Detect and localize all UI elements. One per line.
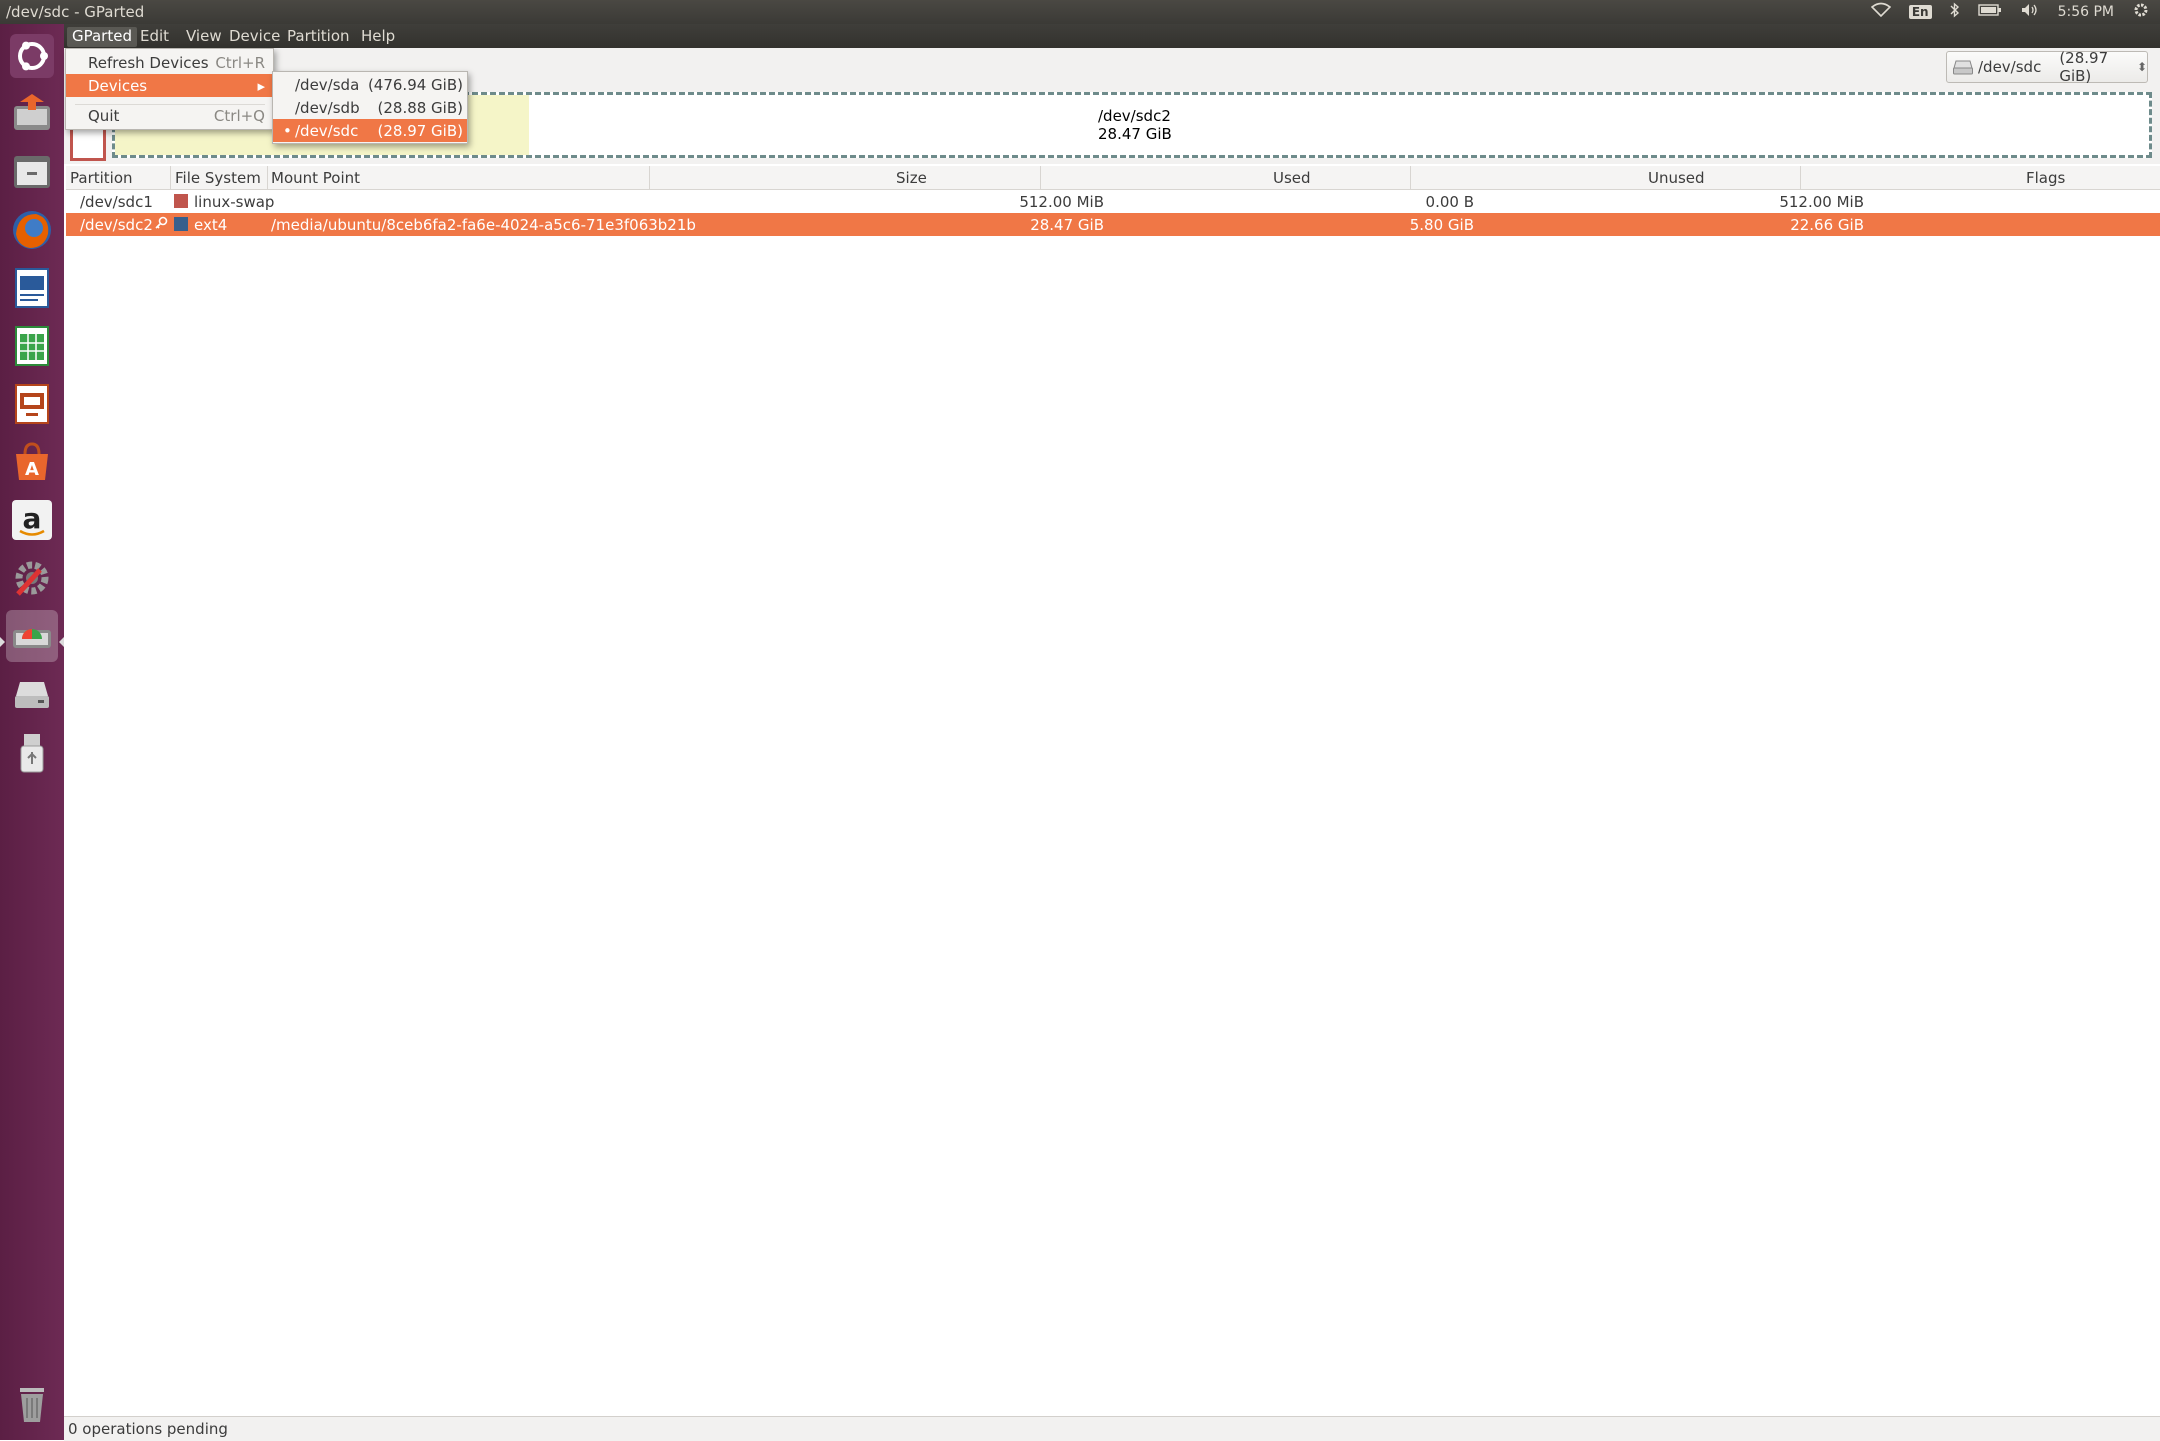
statusbar xyxy=(64,1416,2160,1441)
menu-help[interactable]: Help xyxy=(356,27,400,47)
disk-icon[interactable] xyxy=(6,668,58,720)
indicator-area: En 5:56 PM xyxy=(1870,1,2150,23)
column-separator[interactable] xyxy=(267,166,268,189)
menu-item-label: Quit xyxy=(88,107,120,125)
col-header-flags[interactable]: Flags xyxy=(2026,169,2065,187)
col-header-filesystem[interactable]: File System xyxy=(175,169,261,187)
table-header: Partition File System Mount Point Size U… xyxy=(66,166,2160,190)
top-panel xyxy=(0,0,2160,24)
menu-item-refresh-devices[interactable]: Refresh Devices Ctrl+R xyxy=(66,51,273,74)
bluetooth-icon[interactable] xyxy=(1950,2,1960,22)
col-header-unused[interactable]: Unused xyxy=(1648,169,1705,187)
menu-gparted[interactable]: GParted xyxy=(67,27,137,47)
device-item-sda[interactable]: /dev/sda (476.94 GiB) xyxy=(273,73,467,96)
col-header-used[interactable]: Used xyxy=(1273,169,1311,187)
cell-filesystem: linux-swap xyxy=(194,193,275,211)
ubuntu-dash-icon[interactable] xyxy=(6,30,58,82)
status-text: 0 operations pending xyxy=(68,1420,228,1438)
firefox-icon[interactable] xyxy=(6,204,58,256)
cell-unused: 512.00 MiB xyxy=(1779,193,1864,211)
device-item-size: (28.88 GiB) xyxy=(377,99,464,117)
col-header-size[interactable]: Size xyxy=(896,169,927,187)
combo-arrow-icon: ⬍ xyxy=(2136,60,2147,74)
devices-submenu: /dev/sda (476.94 GiB) /dev/sdb (28.88 Gi… xyxy=(272,71,468,144)
cell-size: 512.00 MiB xyxy=(1019,193,1104,211)
col-header-mountpoint[interactable]: Mount Point xyxy=(271,169,360,187)
column-separator[interactable] xyxy=(649,166,650,189)
svg-text:A: A xyxy=(25,459,39,480)
device-item-name: /dev/sdc xyxy=(295,122,359,140)
submenu-arrow-icon: ▸ xyxy=(257,77,265,95)
files-installer-icon[interactable] xyxy=(6,88,58,140)
device-item-size: (476.94 GiB) xyxy=(367,76,463,94)
writer-icon[interactable] xyxy=(6,262,58,314)
partition-graphic-size: 28.47 GiB xyxy=(1098,125,1172,143)
harddisk-icon xyxy=(1952,58,1974,76)
cell-used: 5.80 GiB xyxy=(1409,216,1474,234)
cell-partition: /dev/sdc2 xyxy=(80,216,153,234)
menu-separator xyxy=(75,104,265,105)
wifi-icon[interactable] xyxy=(1870,2,1892,22)
radio-selected-icon: • xyxy=(283,122,292,140)
menu-item-accel: Ctrl+R xyxy=(215,54,265,72)
column-separator[interactable] xyxy=(170,166,171,189)
cell-partition: /dev/sdc1 xyxy=(80,193,153,211)
usb-drive-icon[interactable] xyxy=(6,726,58,778)
column-separator[interactable] xyxy=(1040,166,1041,189)
device-selector-size: (28.97 GiB) xyxy=(2059,49,2109,85)
cell-unused: 22.66 GiB xyxy=(1790,216,1864,234)
menu-item-devices[interactable]: Devices ▸ xyxy=(66,74,273,97)
cell-filesystem: ext4 xyxy=(194,216,228,234)
calc-icon[interactable] xyxy=(6,320,58,372)
window-title: /dev/sdc - GParted xyxy=(6,3,145,21)
active-app-indicator xyxy=(59,637,64,647)
fs-color-swatch xyxy=(174,194,188,208)
cell-size: 28.47 GiB xyxy=(1030,216,1104,234)
gparted-menu: Refresh Devices Ctrl+R Devices ▸ Quit Ct… xyxy=(65,48,274,130)
menu-item-quit[interactable]: Quit Ctrl+Q xyxy=(66,104,273,127)
menu-device[interactable]: Device xyxy=(224,27,285,47)
menu-item-accel: Ctrl+Q xyxy=(213,107,265,125)
device-selector[interactable]: /dev/sdc (28.97 GiB) ⬍ xyxy=(1946,49,2148,85)
col-header-partition[interactable]: Partition xyxy=(70,169,133,187)
gparted-icon[interactable] xyxy=(6,610,58,662)
partition-graphic-name: /dev/sdc2 xyxy=(1098,107,1171,125)
battery-icon[interactable] xyxy=(1977,3,2002,21)
keyboard-layout-indicator[interactable]: En xyxy=(1908,5,1932,19)
device-item-name: /dev/sdb xyxy=(295,99,360,117)
column-separator[interactable] xyxy=(1800,166,1801,189)
key-icon xyxy=(154,216,168,234)
cell-mountpoint: /media/ubuntu/8ceb6fa2-fa6e-4024-a5c6-71… xyxy=(271,216,696,234)
partition-graphic-label: /dev/sdc2 28.47 GiB xyxy=(1098,107,1172,143)
device-item-sdc[interactable]: • /dev/sdc (28.97 GiB) xyxy=(273,119,467,142)
file-manager-icon[interactable] xyxy=(6,146,58,198)
menu-edit[interactable]: Edit xyxy=(135,27,174,47)
impress-icon[interactable] xyxy=(6,378,58,430)
menu-partition[interactable]: Partition xyxy=(282,27,355,47)
svg-text:a: a xyxy=(23,502,42,535)
cell-used: 0.00 B xyxy=(1425,193,1474,211)
system-settings-icon[interactable] xyxy=(6,552,58,604)
menu-item-label: Devices xyxy=(88,77,148,95)
running-app-indicator xyxy=(0,637,5,647)
table-row-selected[interactable]: /dev/sdc2 ext4 /media/ubuntu/8ceb6fa2-fa… xyxy=(66,213,2160,236)
clock[interactable]: 5:56 PM xyxy=(2058,4,2114,20)
launcher: A a xyxy=(0,24,64,1440)
menu-view[interactable]: View xyxy=(181,27,227,47)
fs-color-swatch xyxy=(174,217,188,231)
device-selector-name: /dev/sdc xyxy=(1978,58,2042,76)
device-item-name: /dev/sda xyxy=(295,76,360,94)
gear-icon[interactable] xyxy=(2132,1,2150,23)
table-row[interactable]: /dev/sdc1 linux-swap 512.00 MiB 0.00 B 5… xyxy=(66,190,2160,213)
amazon-icon[interactable]: a xyxy=(6,494,58,546)
menu-item-label: Refresh Devices xyxy=(88,54,209,72)
menubar: GParted Edit View Device Partition Help xyxy=(64,24,2160,48)
device-item-size: (28.97 GiB) xyxy=(377,122,464,140)
device-item-sdb[interactable]: /dev/sdb (28.88 GiB) xyxy=(273,96,467,119)
software-center-icon[interactable]: A xyxy=(6,436,58,488)
column-separator[interactable] xyxy=(1410,166,1411,189)
trash-icon[interactable] xyxy=(6,1378,58,1430)
volume-icon[interactable] xyxy=(2020,2,2040,22)
